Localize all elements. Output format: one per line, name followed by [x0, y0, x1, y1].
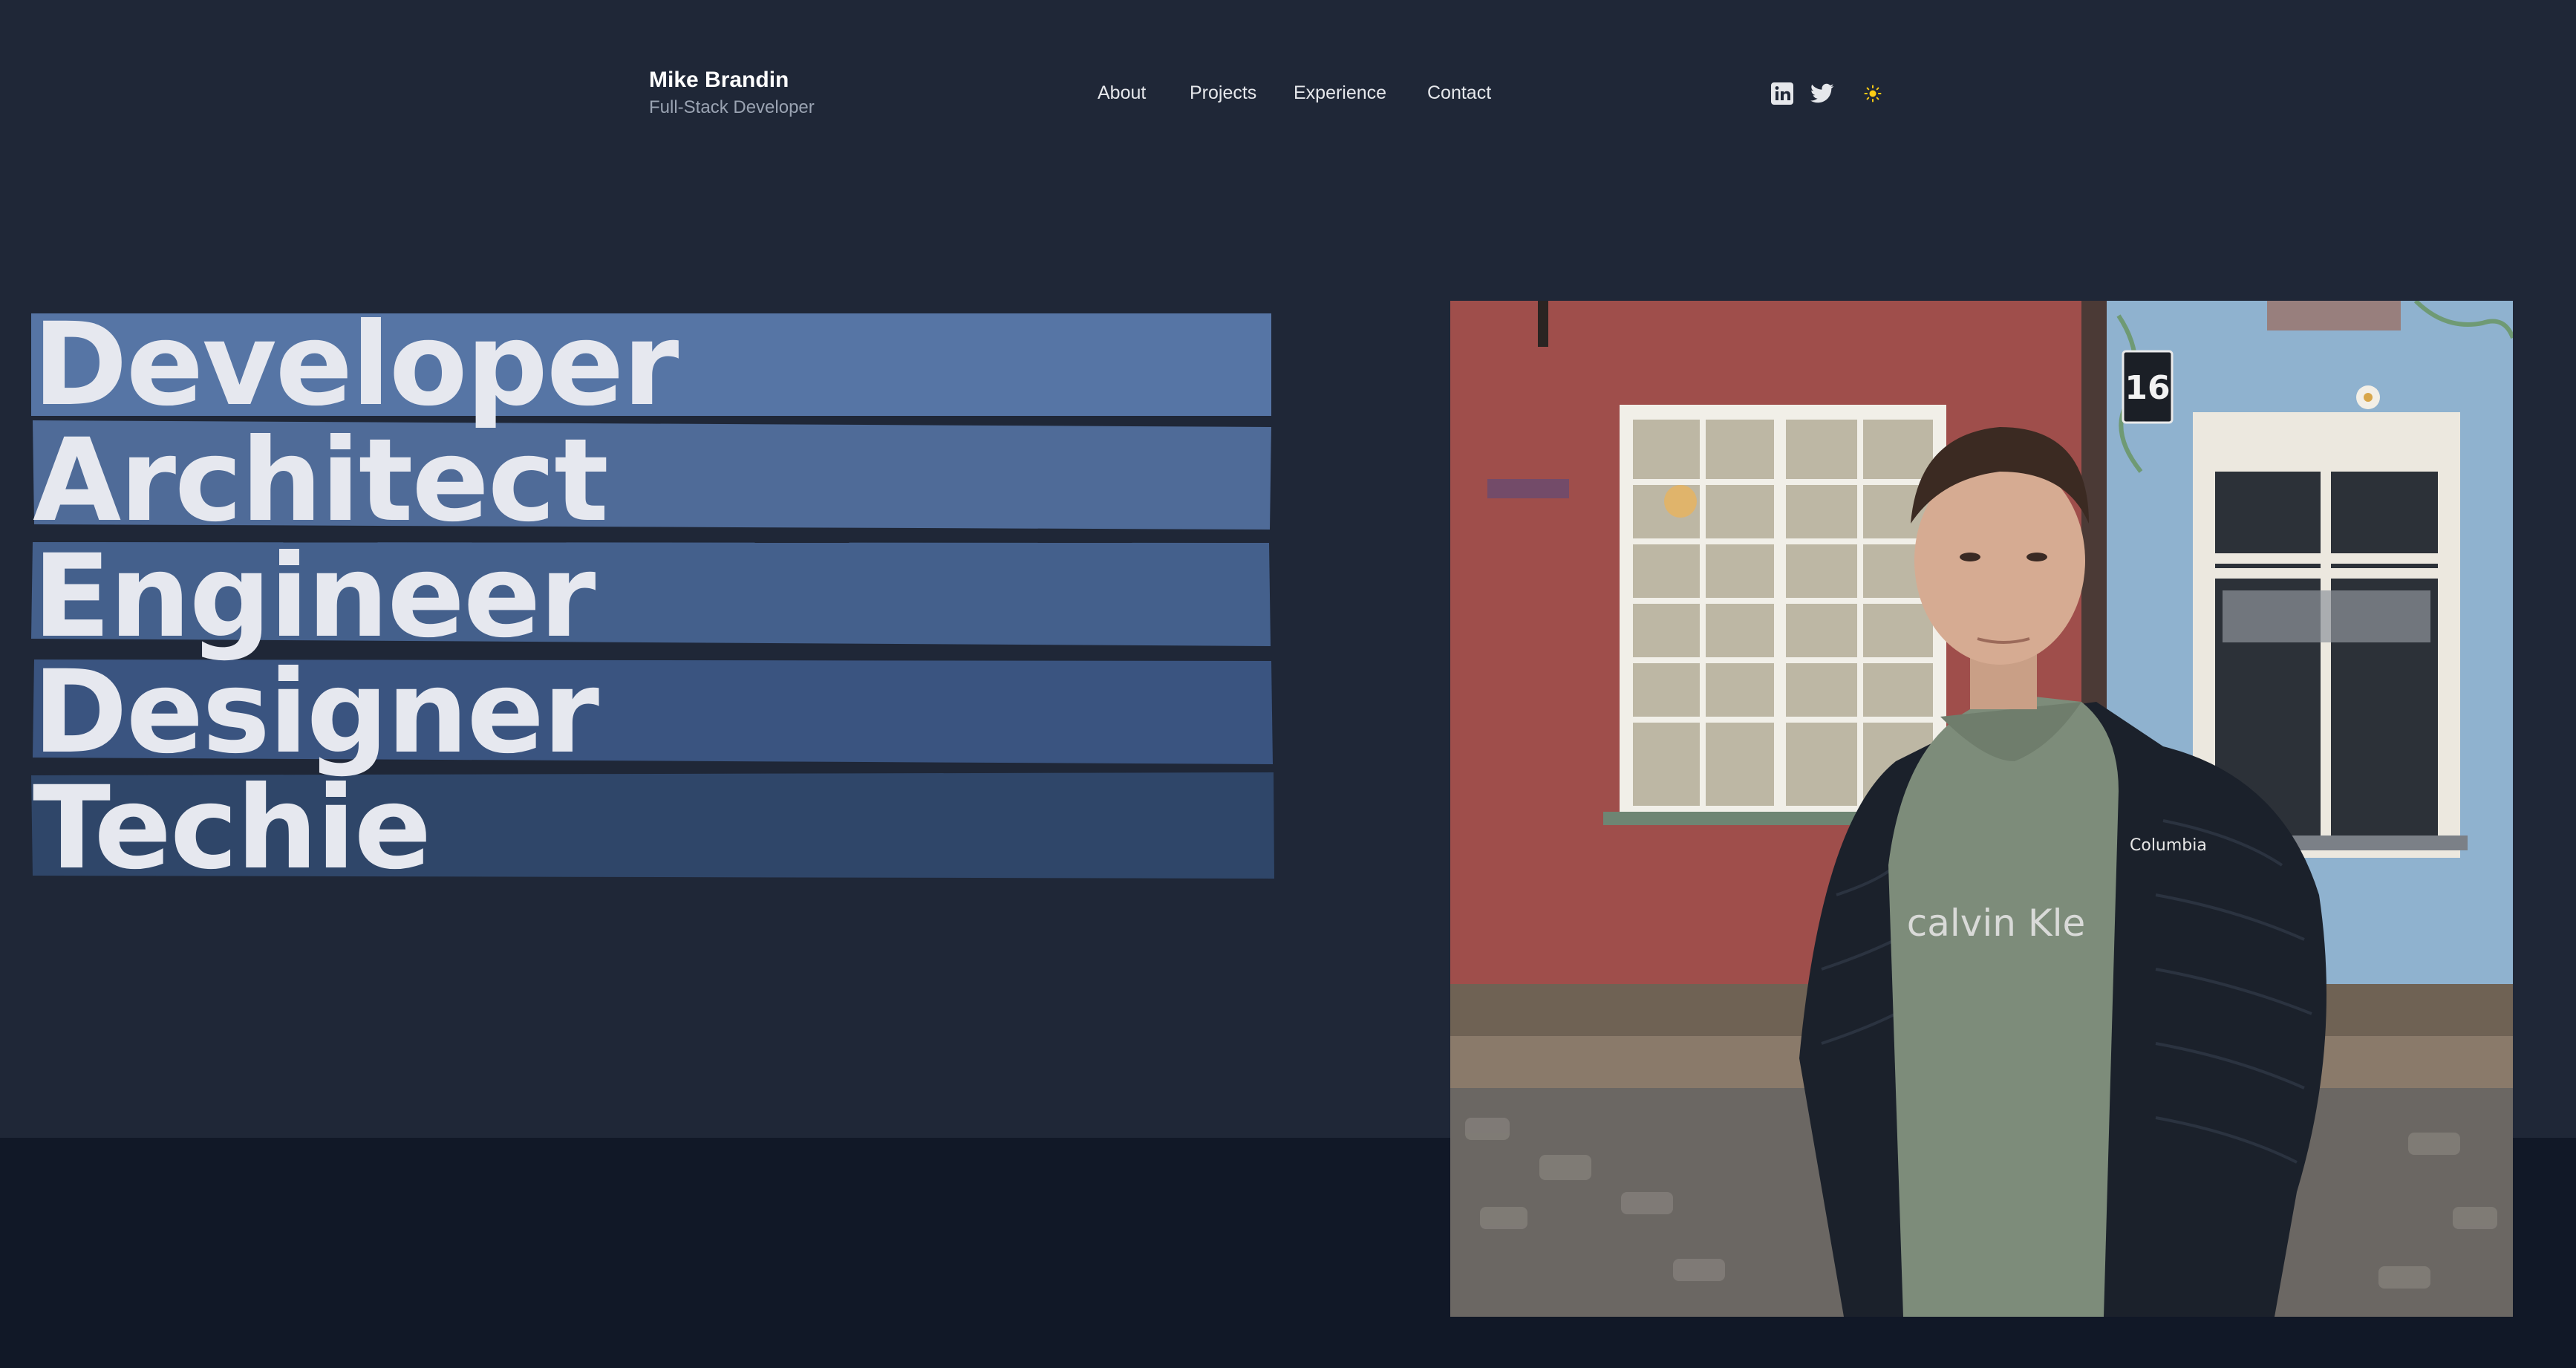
linkedin-icon[interactable] — [1770, 82, 1794, 105]
profile-photo: 16 calvin Kle Columbia — [1450, 301, 2513, 1317]
nav-contact[interactable]: Contact — [1427, 80, 1491, 105]
sweatshirt-text: calvin Kle — [1907, 902, 2086, 945]
house-number: 16 — [2125, 369, 2170, 407]
hero-word-techie: Techie — [33, 762, 431, 895]
hero-word-engineer: Engineer — [33, 530, 596, 663]
hero-word-developer: Developer — [33, 299, 679, 431]
twitter-icon[interactable] — [1810, 83, 1834, 104]
jacket-logo: Columbia — [2130, 836, 2207, 855]
hero-word-architect: Architect — [33, 414, 609, 547]
sun-icon[interactable] — [1864, 85, 1882, 102]
hero-word-designer: Designer — [33, 646, 599, 779]
